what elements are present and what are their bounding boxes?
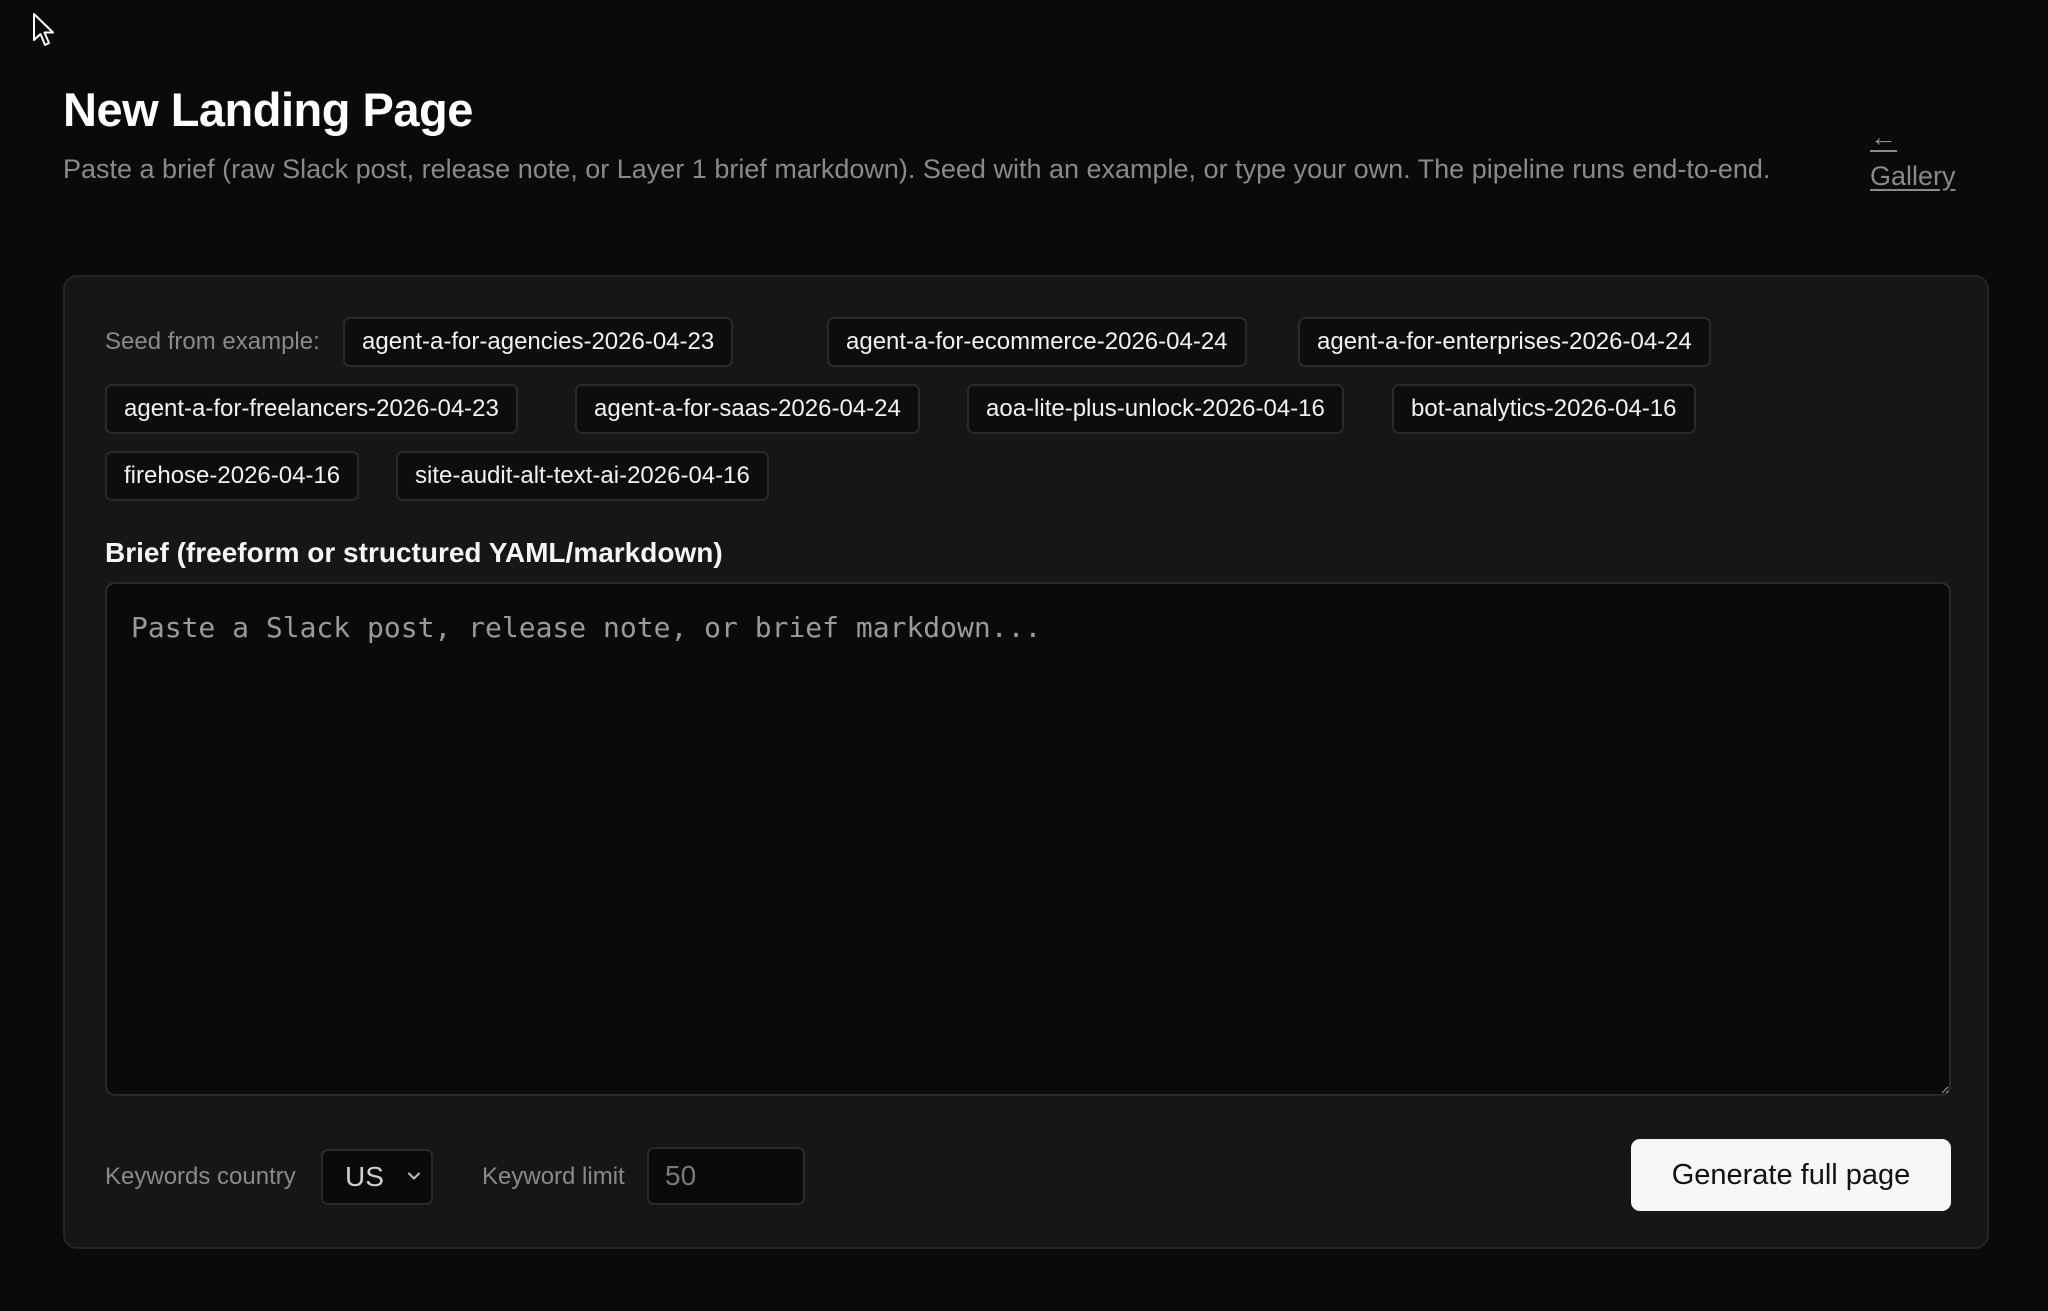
- chevron-down-icon: [408, 1172, 420, 1180]
- brief-form-panel: Seed from example: agent-a-for-agencies-…: [63, 275, 1989, 1249]
- country-select-value: US: [345, 1161, 384, 1192]
- keywords-country-select[interactable]: US: [321, 1149, 433, 1205]
- seed-label: Seed from example:: [105, 328, 320, 355]
- seed-chip[interactable]: agent-a-for-ecommerce-2026-04-24: [827, 317, 1247, 367]
- arrow-left-icon: ←: [1870, 122, 1897, 152]
- gallery-link[interactable]: ← Gallery: [1870, 118, 1956, 196]
- mouse-pointer-icon: [33, 13, 54, 46]
- page: New Landing Page Paste a brief (raw Slac…: [0, 0, 2048, 1311]
- seed-chip[interactable]: firehose-2026-04-16: [105, 451, 360, 501]
- seed-chip[interactable]: bot-analytics-2026-04-16: [1392, 384, 1696, 434]
- generate-full-page-button[interactable]: Generate full page: [1631, 1139, 1951, 1211]
- page-header: New Landing Page Paste a brief (raw Slac…: [63, 80, 1823, 189]
- keyword-limit-input[interactable]: [647, 1147, 805, 1205]
- keywords-country-label: Keywords country: [105, 1163, 296, 1190]
- brief-label: Brief (freeform or structured YAML/markd…: [105, 537, 723, 568]
- brief-textarea[interactable]: [105, 582, 1951, 1096]
- seed-chip[interactable]: agent-a-for-freelancers-2026-04-23: [105, 384, 518, 434]
- generation-controls: Keywords country US Keyword limit Genera…: [105, 1139, 1951, 1217]
- keyword-limit-label: Keyword limit: [482, 1163, 625, 1190]
- seed-chip[interactable]: agent-a-for-enterprises-2026-04-24: [1298, 317, 1711, 367]
- seed-chip[interactable]: agent-a-for-saas-2026-04-24: [575, 384, 920, 434]
- gallery-link-label: Gallery: [1870, 161, 1956, 191]
- page-title: New Landing Page: [63, 83, 473, 136]
- page-subtitle: Paste a brief (raw Slack post, release n…: [63, 154, 1771, 184]
- seed-chip[interactable]: agent-a-for-agencies-2026-04-23: [343, 317, 734, 367]
- seed-chip[interactable]: site-audit-alt-text-ai-2026-04-16: [396, 451, 769, 501]
- seed-chip[interactable]: aoa-lite-plus-unlock-2026-04-16: [967, 384, 1344, 434]
